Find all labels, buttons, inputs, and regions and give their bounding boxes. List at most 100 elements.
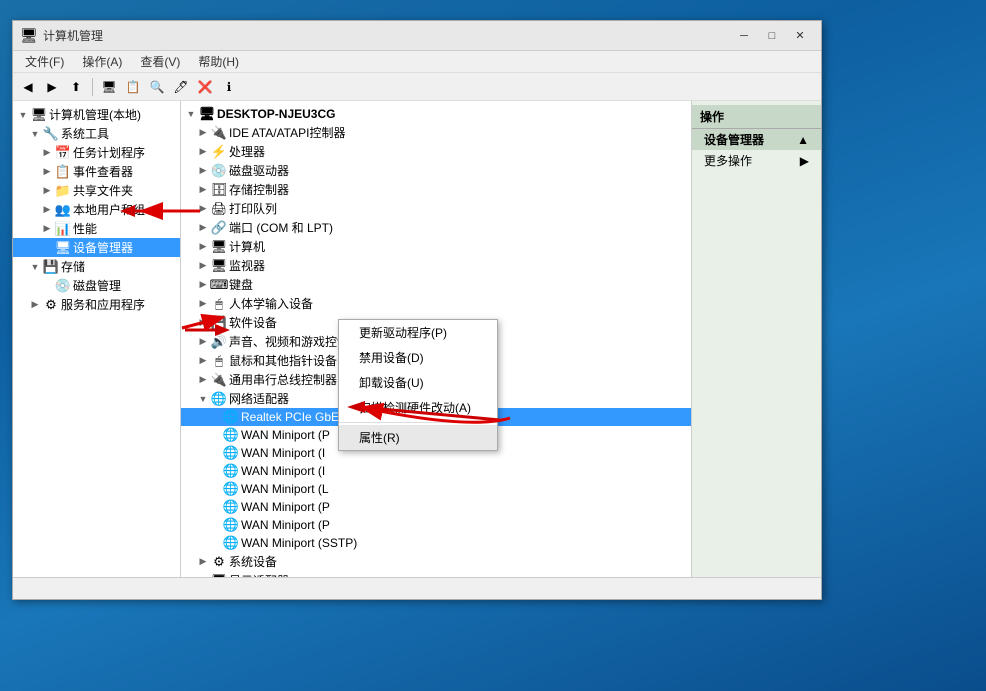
tree-label: 存储控制器 <box>229 181 289 198</box>
tree-event-viewer[interactable]: ▶ 📋 事件查看器 <box>13 162 180 181</box>
tree-label: WAN Miniport (SSTP) <box>241 536 357 550</box>
desktop: 🖥 计算机管理 ─ □ ✕ 文件(F) 操作(A) 查看(V) 帮助(H) ◀ … <box>0 0 986 691</box>
title-bar-controls: ─ □ ✕ <box>731 26 813 46</box>
tree-label: WAN Miniport (P <box>241 428 330 442</box>
wan-icon: 🌐 <box>223 481 239 497</box>
tree-hid[interactable]: ▶ 🖱 人体学输入设备 <box>181 294 691 313</box>
tree-label: 打印队列 <box>229 200 277 217</box>
close-button[interactable]: ✕ <box>787 26 813 46</box>
expand-icon <box>209 447 221 459</box>
tree-label: 处理器 <box>229 143 265 160</box>
tree-shared-folders[interactable]: ▶ 📁 共享文件夹 <box>13 181 180 200</box>
tree-storage-ctrl[interactable]: ▶ 🗄 存储控制器 <box>181 180 691 199</box>
tree-monitor[interactable]: ▶ 🖥 监视器 <box>181 256 691 275</box>
menu-help[interactable]: 帮助(H) <box>190 51 247 72</box>
tree-label: 键盘 <box>229 276 253 293</box>
tree-label: 共享文件夹 <box>73 182 133 199</box>
forward-button[interactable]: ▶ <box>41 76 63 98</box>
left-panel[interactable]: ▼ 🖥 计算机管理(本地) ▼ 🔧 系统工具 ▶ 📅 任务计划程序 ▶ 📋 <box>13 101 181 577</box>
expand-icon <box>209 519 221 531</box>
tree-wan-p2[interactable]: 🌐 WAN Miniport (P <box>181 498 691 516</box>
tree-disk-drives[interactable]: ▶ 💿 磁盘驱动器 <box>181 161 691 180</box>
tree-label: WAN Miniport (P <box>241 518 330 532</box>
context-uninstall-device[interactable]: 卸载设备(U) <box>339 370 497 395</box>
expand-icon: ▶ <box>197 374 209 386</box>
expand-icon: ▶ <box>197 165 209 177</box>
expand-icon: ▶ <box>197 146 209 158</box>
tree-services[interactable]: ▶ ⚙ 服务和应用程序 <box>13 295 180 314</box>
minimize-button[interactable]: ─ <box>731 26 757 46</box>
tree-label: 系统工具 <box>61 125 109 142</box>
action-label: 设备管理器 <box>704 131 764 148</box>
tree-label: 任务计划程序 <box>73 144 145 161</box>
context-properties[interactable]: 属性(R) <box>339 425 497 450</box>
wan-icon: 🌐 <box>223 535 239 551</box>
expand-icon: ▼ <box>185 108 197 120</box>
edit-button[interactable]: 🖊 <box>170 76 192 98</box>
users-icon: 👥 <box>55 202 71 218</box>
tree-system-devices[interactable]: ▶ ⚙ 系统设备 <box>181 552 691 571</box>
tree-computer-node[interactable]: ▼ 🖥 DESKTOP-NJEU3CG <box>181 105 691 123</box>
tree-label: 网络适配器 <box>229 390 289 407</box>
tree-label: 端口 (COM 和 LPT) <box>229 219 333 236</box>
printer-icon: 🖨 <box>211 201 227 217</box>
computer-icon: 🖥 <box>211 239 227 255</box>
tree-wan-i2[interactable]: 🌐 WAN Miniport (I <box>181 462 691 480</box>
menu-action[interactable]: 操作(A) <box>74 51 130 72</box>
clipboard-button[interactable]: 📋 <box>122 76 144 98</box>
tree-computer-management[interactable]: ▼ 🖥 计算机管理(本地) <box>13 105 180 124</box>
expand-icon: ▼ <box>29 261 41 273</box>
tree-wan-p3[interactable]: 🌐 WAN Miniport (P <box>181 516 691 534</box>
info-button[interactable]: ℹ <box>218 76 240 98</box>
up-button[interactable]: ⬆ <box>65 76 87 98</box>
wan-icon: 🌐 <box>223 463 239 479</box>
context-update-driver[interactable]: 更新驱动程序(P) <box>339 320 497 345</box>
tree-label: 监视器 <box>229 257 265 274</box>
tree-ide[interactable]: ▶ 🔌 IDE ATA/ATAPI控制器 <box>181 123 691 142</box>
scrollbar-indicator: ▲ <box>797 133 809 147</box>
tree-ports[interactable]: ▶ 🔗 端口 (COM 和 LPT) <box>181 218 691 237</box>
tree-task-scheduler[interactable]: ▶ 📅 任务计划程序 <box>13 143 180 162</box>
port-icon: 🔗 <box>211 220 227 236</box>
expand-icon: ▶ <box>41 147 53 159</box>
properties-button[interactable]: 🔍 <box>146 76 168 98</box>
sys-icon: ⚙ <box>211 554 227 570</box>
expand-icon <box>209 501 221 513</box>
action-device-manager[interactable]: 设备管理器 ▲ <box>692 129 821 150</box>
tree-label: 性能 <box>73 220 97 237</box>
window-title: 计算机管理 <box>43 27 103 44</box>
tree-device-manager[interactable]: 🖥 设备管理器 <box>13 238 180 257</box>
tree-label: WAN Miniport (L <box>241 482 329 496</box>
action-more[interactable]: 更多操作 ▶ <box>692 150 821 171</box>
tree-storage[interactable]: ▼ 💾 存储 <box>13 257 180 276</box>
tree-disk-management[interactable]: 💿 磁盘管理 <box>13 276 180 295</box>
computer-icon: 🖥 <box>31 107 47 123</box>
context-disable-device[interactable]: 禁用设备(D) <box>339 345 497 370</box>
tree-wan-sstp[interactable]: 🌐 WAN Miniport (SSTP) <box>181 534 691 552</box>
tree-local-users[interactable]: ▶ 👥 本地用户和组 <box>13 200 180 219</box>
right-panel: 操作 设备管理器 ▲ 更多操作 ▶ <box>691 101 821 577</box>
keyboard-icon: ⌨ <box>211 277 227 293</box>
tree-performance[interactable]: ▶ 📊 性能 <box>13 219 180 238</box>
mouse-icon: 🖱 <box>211 353 227 369</box>
status-bar <box>13 577 821 599</box>
menu-file[interactable]: 文件(F) <box>17 51 72 72</box>
tree-computer[interactable]: ▶ 🖥 计算机 <box>181 237 691 256</box>
context-scan-hardware[interactable]: 扫描检测硬件改动(A) <box>339 395 497 420</box>
back-button[interactable]: ◀ <box>17 76 39 98</box>
tree-wan-l[interactable]: 🌐 WAN Miniport (L <box>181 480 691 498</box>
tree-keyboard[interactable]: ▶ ⌨ 键盘 <box>181 275 691 294</box>
delete-button[interactable]: ❌ <box>194 76 216 98</box>
expand-icon: ▼ <box>17 109 29 121</box>
action-panel-header: 操作 <box>692 105 821 129</box>
computer-button[interactable]: 🖥 <box>98 76 120 98</box>
tree-print-queue[interactable]: ▶ 🖨 打印队列 <box>181 199 691 218</box>
network-icon: 🌐 <box>211 391 227 407</box>
tree-system-tools[interactable]: ▼ 🔧 系统工具 <box>13 124 180 143</box>
tree-processor[interactable]: ▶ ⚡ 处理器 <box>181 142 691 161</box>
menu-view[interactable]: 查看(V) <box>132 51 188 72</box>
event-icon: 📋 <box>55 164 71 180</box>
folder-icon: 📁 <box>55 183 71 199</box>
maximize-button[interactable]: □ <box>759 26 785 46</box>
expand-icon: ▶ <box>197 355 209 367</box>
